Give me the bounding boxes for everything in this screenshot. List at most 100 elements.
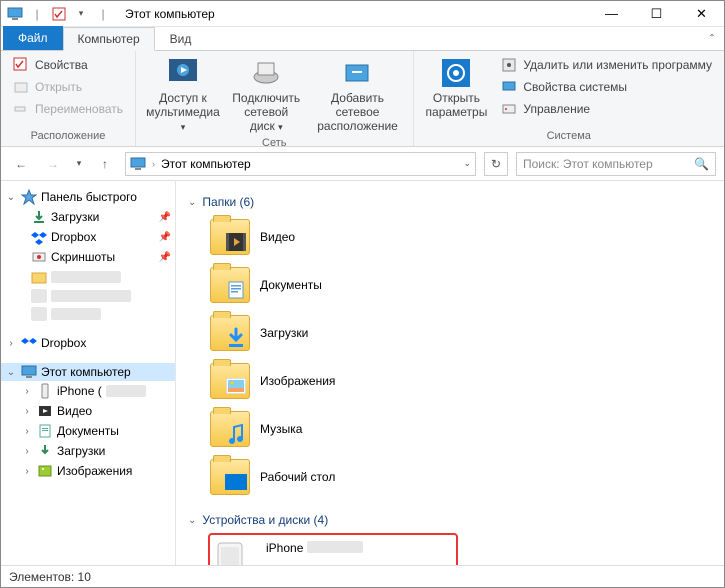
sidebar-item-label: Загрузки bbox=[57, 444, 105, 458]
folder-label: Загрузки bbox=[260, 326, 308, 340]
window-title: Этот компьютер bbox=[117, 7, 215, 21]
up-button[interactable]: ↑ bbox=[93, 152, 117, 176]
pin-icon: 📌 bbox=[159, 252, 171, 263]
qat-divider: | bbox=[27, 4, 47, 24]
map-drive-button[interactable]: Подключитьсетевой диск ▾ bbox=[228, 55, 305, 135]
folder-videos[interactable]: Видео bbox=[208, 215, 458, 259]
sidebar-downloads2[interactable]: › Загрузки bbox=[1, 441, 175, 461]
sidebar-item-label: Скриншоты bbox=[51, 250, 115, 264]
sysprops-button[interactable]: Свойства системы bbox=[497, 77, 716, 97]
phone-icon bbox=[216, 541, 256, 567]
sidebar-dropbox[interactable]: Dropbox 📌 bbox=[1, 227, 175, 247]
sidebar-item-label: Этот компьютер bbox=[41, 365, 131, 379]
device-iphone[interactable]: iPhone bbox=[208, 533, 458, 567]
breadcrumb[interactable]: › Этот компьютер ⌄ bbox=[125, 152, 476, 176]
properties-button[interactable]: Свойства bbox=[9, 55, 127, 75]
section-label: Папки (6) bbox=[202, 195, 254, 209]
ribbon-collapse-icon[interactable]: ˆ bbox=[700, 28, 724, 50]
document-icon bbox=[37, 423, 53, 439]
pin-icon: 📌 bbox=[159, 212, 171, 223]
picture-folder-icon bbox=[210, 363, 250, 399]
uninstall-button[interactable]: Удалить или изменить программу bbox=[497, 55, 716, 75]
rename-icon bbox=[13, 101, 29, 117]
properties-icon bbox=[13, 57, 29, 73]
sidebar-item-label: Панель быстрого bbox=[41, 190, 137, 204]
star-icon bbox=[21, 189, 37, 205]
folder-label: Рабочий стол bbox=[260, 470, 335, 484]
sidebar-thispc[interactable]: ⌄ Этот компьютер bbox=[1, 363, 175, 381]
folder-desktop[interactable]: Рабочий стол bbox=[208, 455, 458, 499]
refresh-button[interactable]: ↻ bbox=[484, 152, 508, 176]
folder-label: Видео bbox=[260, 230, 295, 244]
statusbar-text: Элементов: 10 bbox=[9, 570, 91, 584]
qat-dropdown-icon[interactable]: ▾ bbox=[71, 4, 91, 24]
folder-documents[interactable]: Документы bbox=[208, 263, 458, 307]
file-tab[interactable]: Файл bbox=[3, 26, 63, 50]
search-input[interactable]: Поиск: Этот компьютер 🔍 bbox=[516, 152, 716, 176]
tab-view[interactable]: Вид bbox=[155, 27, 207, 50]
properties-label: Свойства bbox=[35, 58, 88, 72]
sidebar-hidden3[interactable] bbox=[1, 305, 175, 323]
thispc-icon[interactable] bbox=[5, 4, 25, 24]
sidebar-videos[interactable]: › Видео bbox=[1, 401, 175, 421]
manage-label: Управление bbox=[523, 102, 590, 116]
folder-downloads[interactable]: Загрузки bbox=[208, 311, 458, 355]
breadcrumb-dropdown-icon[interactable]: ⌄ bbox=[463, 158, 471, 169]
sidebar-hidden1[interactable] bbox=[1, 267, 175, 287]
titlebar: | ▾ | Этот компьютер — ☐ ✕ bbox=[1, 1, 724, 27]
netdrive-label: Подключитьсетевой диск ▾ bbox=[232, 92, 301, 133]
netdrive-icon bbox=[250, 57, 282, 89]
sidebar-hidden2[interactable] bbox=[1, 287, 175, 305]
recent-dropdown[interactable]: ▾ bbox=[73, 152, 85, 176]
qat-properties-icon[interactable] bbox=[49, 4, 69, 24]
close-button[interactable]: ✕ bbox=[679, 1, 724, 27]
forward-button[interactable]: → bbox=[41, 152, 65, 176]
open-button: Открыть bbox=[9, 77, 127, 97]
sidebar-screenshots[interactable]: Скриншоты 📌 bbox=[1, 247, 175, 267]
section-devices[interactable]: ⌄ Устройства и диски (4) bbox=[188, 507, 712, 533]
folders-grid: Видео Документы Загрузки Изображения Муз… bbox=[188, 215, 712, 499]
sysprops-icon bbox=[501, 79, 517, 95]
group-network-label: Сеть bbox=[144, 135, 405, 151]
folder-music[interactable]: Музыка bbox=[208, 407, 458, 451]
sysprops-label: Свойства системы bbox=[523, 80, 627, 94]
sidebar-dropbox-root[interactable]: › Dropbox bbox=[1, 333, 175, 353]
sidebar-downloads[interactable]: Загрузки 📌 bbox=[1, 207, 175, 227]
manage-button[interactable]: Управление bbox=[497, 99, 716, 119]
media-access-button[interactable]: Доступ кмультимедиа ▾ bbox=[144, 55, 222, 135]
section-folders[interactable]: ⌄ Папки (6) bbox=[188, 189, 712, 215]
tab-computer[interactable]: Компьютер bbox=[63, 27, 155, 51]
settings-label: Открытьпараметры bbox=[426, 92, 488, 120]
navbar: ← → ▾ ↑ › Этот компьютер ⌄ ↻ Поиск: Этот… bbox=[1, 147, 724, 181]
phone-icon bbox=[37, 383, 53, 399]
sidebar-pictures[interactable]: › Изображения bbox=[1, 461, 175, 481]
sidebar-item-label bbox=[51, 271, 121, 283]
minimize-button[interactable]: — bbox=[589, 1, 634, 27]
sidebar-item-label: Видео bbox=[57, 404, 92, 418]
sidebar-item-label: Документы bbox=[57, 424, 119, 438]
screenshot-icon bbox=[31, 249, 47, 265]
folder-label: Изображения bbox=[260, 374, 335, 388]
add-location-button[interactable]: Добавить сетевоерасположение bbox=[311, 55, 405, 135]
open-settings-button[interactable]: Открытьпараметры bbox=[422, 55, 492, 128]
devices-grid: iPhone Яндекс.Диск Локальный диск (C:) bbox=[188, 533, 712, 567]
sidebar-iphone[interactable]: › iPhone ( bbox=[1, 381, 175, 401]
folder-icon bbox=[31, 289, 47, 303]
search-placeholder: Поиск: Этот компьютер bbox=[523, 157, 653, 171]
thispc-icon bbox=[130, 157, 146, 171]
back-button[interactable]: ← bbox=[9, 152, 33, 176]
open-label: Открыть bbox=[35, 80, 82, 94]
media-icon bbox=[167, 57, 199, 89]
addlocation-label: Добавить сетевоерасположение bbox=[315, 92, 401, 133]
sidebar-item-label: iPhone ( bbox=[57, 384, 102, 398]
sidebar-quickaccess[interactable]: ⌄ Панель быстрого bbox=[1, 187, 175, 207]
rename-label: Переименовать bbox=[35, 102, 123, 116]
sidebar-item-label: Dropbox bbox=[41, 336, 86, 350]
ribbon-tabs: Файл Компьютер Вид ˆ bbox=[1, 27, 724, 51]
maximize-button[interactable]: ☐ bbox=[634, 1, 679, 27]
download-icon bbox=[37, 443, 53, 459]
sidebar-documents[interactable]: › Документы bbox=[1, 421, 175, 441]
sidebar-item-label: Dropbox bbox=[51, 230, 96, 244]
folder-pictures[interactable]: Изображения bbox=[208, 359, 458, 403]
window-controls: — ☐ ✕ bbox=[589, 1, 724, 27]
